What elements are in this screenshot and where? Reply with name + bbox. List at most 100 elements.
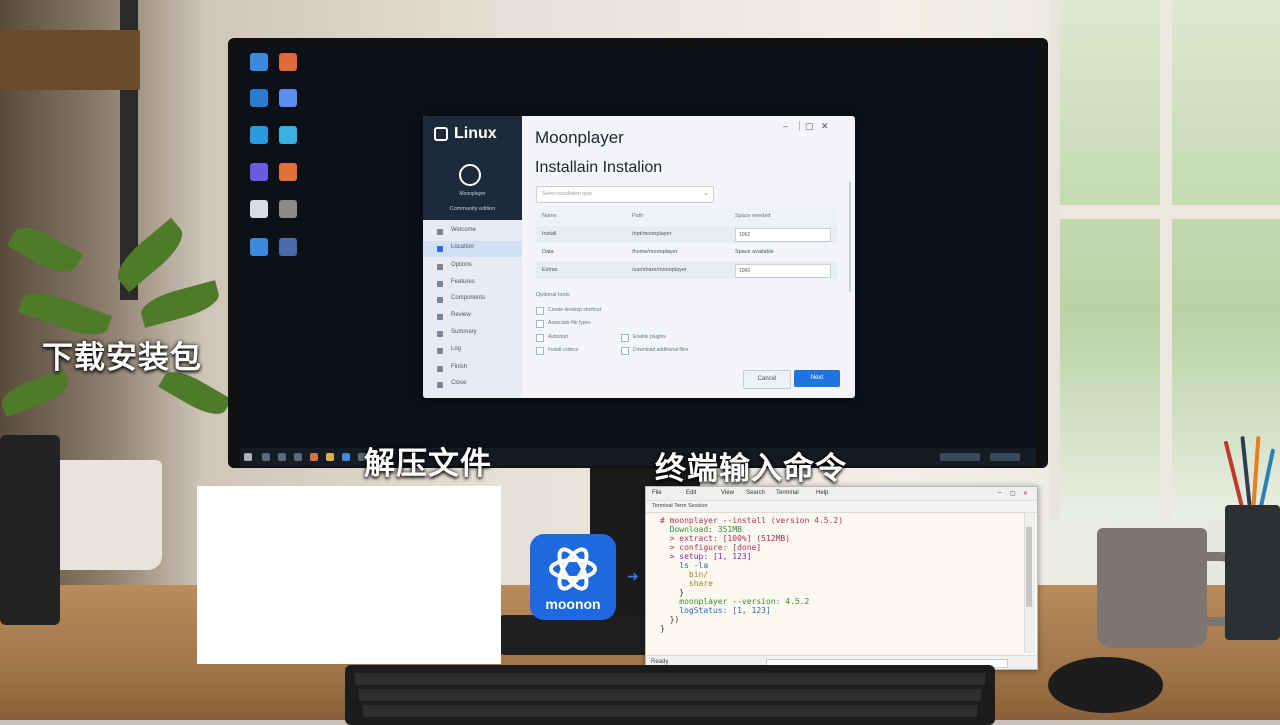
maximize-icon[interactable]: ▢ bbox=[1010, 490, 1016, 497]
terminal-line: moonplayer --version: 4.5.2 bbox=[660, 597, 810, 606]
desktop-app-icon[interactable] bbox=[250, 53, 268, 71]
option-label: Install codecs bbox=[548, 347, 579, 353]
app-icon-label: moonon bbox=[545, 596, 601, 612]
row-size-field[interactable]: 1060 bbox=[735, 264, 831, 278]
option-checkbox[interactable] bbox=[536, 307, 544, 315]
sidebar-item-log[interactable]: Log bbox=[423, 343, 522, 359]
column-header: Path bbox=[632, 213, 644, 219]
terminal-line: } bbox=[660, 624, 665, 633]
option-checkbox[interactable] bbox=[536, 347, 544, 355]
terminal-line: logStatus: [1, 123] bbox=[660, 606, 771, 615]
installer-scrollbar[interactable] bbox=[849, 182, 851, 292]
taskbar bbox=[240, 448, 1036, 466]
minimize-button[interactable]: – bbox=[783, 121, 788, 131]
option-label: Enable plugins bbox=[633, 334, 666, 340]
desktop-app-icon[interactable] bbox=[279, 126, 297, 144]
taskbar-app-icon[interactable] bbox=[326, 453, 334, 461]
search-icon[interactable] bbox=[262, 453, 270, 461]
terminal-line: > extract: [100%] (512MB) bbox=[660, 534, 791, 543]
desktop-app-icon[interactable] bbox=[279, 200, 297, 218]
desktop-app-icon[interactable] bbox=[250, 126, 268, 144]
terminal-line: } bbox=[660, 588, 685, 597]
sidebar-item-location[interactable]: Location bbox=[423, 241, 522, 257]
sidebar-item-close[interactable]: Close bbox=[423, 377, 522, 393]
sidebar-item-summary[interactable]: Summary bbox=[423, 326, 522, 342]
window-controls-divider bbox=[799, 121, 800, 131]
menu-item[interactable]: Help bbox=[816, 490, 828, 496]
mouse bbox=[1048, 657, 1163, 713]
taskbar-app-icon[interactable] bbox=[310, 453, 318, 461]
coffee-mug bbox=[1097, 528, 1207, 648]
option-label: Associate file types bbox=[548, 320, 591, 326]
row-size: Space available bbox=[735, 249, 774, 255]
menu-item[interactable]: Search bbox=[746, 490, 765, 496]
shelf bbox=[0, 30, 140, 90]
sidebar-item-options[interactable]: Options bbox=[423, 259, 522, 275]
terminal-line: Download: 351MB bbox=[660, 525, 742, 534]
maximize-button[interactable]: ▢ bbox=[805, 121, 814, 132]
option-checkbox[interactable] bbox=[621, 347, 629, 355]
row-size-field[interactable]: 1062 bbox=[735, 228, 831, 242]
pen-cup bbox=[1225, 505, 1280, 640]
sidebar-item-welcome[interactable]: Welcome bbox=[423, 224, 522, 240]
widgets-icon[interactable] bbox=[294, 453, 302, 461]
minimize-icon[interactable]: – bbox=[998, 490, 1001, 496]
install-type-select[interactable]: Select installation type ⌄ bbox=[536, 186, 714, 203]
arrow-right-icon: ➜ bbox=[627, 568, 639, 584]
terminal-scrollbar-thumb[interactable] bbox=[1026, 527, 1032, 607]
terminal-line: bin/ bbox=[660, 570, 709, 579]
brand-name: Linux bbox=[454, 125, 497, 142]
desktop-app-icon[interactable] bbox=[279, 53, 297, 71]
clock[interactable] bbox=[990, 453, 1020, 461]
menu-item[interactable]: File bbox=[652, 490, 662, 496]
terminal-tabbar[interactable]: Terminal Term Session bbox=[646, 501, 1037, 513]
installer-window: Linux Moonplayer Community edition Welco… bbox=[423, 116, 855, 398]
menu-item[interactable]: Terminal bbox=[776, 490, 799, 496]
table-row[interactable]: Data /home/moonplayer Space available bbox=[536, 244, 837, 261]
taskbar-app-icon[interactable] bbox=[342, 453, 350, 461]
menu-item[interactable]: Edit bbox=[686, 490, 696, 496]
terminal-output[interactable]: # moonplayer --install (version 4.5.2) D… bbox=[660, 516, 843, 633]
option-checkbox[interactable] bbox=[621, 334, 629, 342]
close-button[interactable]: ✕ bbox=[821, 121, 829, 132]
desktop-app-icon[interactable] bbox=[250, 89, 268, 107]
desktop-app-icon[interactable] bbox=[250, 238, 268, 256]
key-row bbox=[363, 705, 977, 717]
terminal-tab-label: Terminal Term Session bbox=[652, 503, 708, 509]
sidebar-item-components[interactable]: Components bbox=[423, 292, 522, 308]
plant-pot bbox=[42, 460, 162, 570]
desktop-app-icon[interactable] bbox=[279, 163, 297, 181]
row-name: Extras bbox=[542, 267, 558, 273]
desktop-app-icon[interactable] bbox=[279, 89, 297, 107]
blank-panel bbox=[197, 486, 501, 664]
start-icon[interactable] bbox=[244, 453, 252, 461]
table-header: Name Path Space needed bbox=[536, 208, 837, 225]
desktop-app-icon[interactable] bbox=[279, 238, 297, 256]
terminal-line: # moonplayer --install (version 4.5.2) bbox=[660, 516, 844, 525]
speaker bbox=[0, 435, 60, 625]
close-icon[interactable]: ✕ bbox=[1023, 490, 1028, 497]
logo-caption: Moonplayer bbox=[459, 191, 486, 197]
chevron-down-icon: ⌄ bbox=[703, 190, 709, 197]
task-view-icon[interactable] bbox=[278, 453, 286, 461]
option-checkbox[interactable] bbox=[536, 334, 544, 342]
table-row[interactable]: Extras /usr/share/moonplayer 1060 bbox=[536, 262, 837, 279]
desktop-app-icon[interactable] bbox=[250, 163, 268, 181]
terminal-line: ls -la bbox=[660, 561, 709, 570]
options-heading: Optional tools bbox=[536, 292, 570, 298]
system-tray[interactable] bbox=[940, 453, 980, 461]
caption-step-terminal: 终端输入命令 bbox=[655, 451, 847, 486]
terminal-line: > configure: [done] bbox=[660, 543, 762, 552]
next-button[interactable]: Next bbox=[794, 370, 840, 387]
table-row[interactable]: Install /opt/moonplayer 1062 bbox=[536, 226, 837, 243]
option-checkbox[interactable] bbox=[536, 320, 544, 328]
linux-logo-icon bbox=[434, 127, 448, 141]
keyboard bbox=[345, 665, 995, 725]
sidebar-item-finish[interactable]: Finish bbox=[423, 361, 522, 377]
terminal-menubar: File Edit View Search Terminal Help – ▢ … bbox=[646, 487, 1037, 501]
cancel-button[interactable]: Cancel bbox=[743, 370, 791, 389]
desktop-app-icon[interactable] bbox=[250, 200, 268, 218]
menu-item[interactable]: View bbox=[721, 490, 734, 496]
sidebar-item-features[interactable]: Features bbox=[423, 276, 522, 292]
sidebar-item-review[interactable]: Review bbox=[423, 309, 522, 325]
